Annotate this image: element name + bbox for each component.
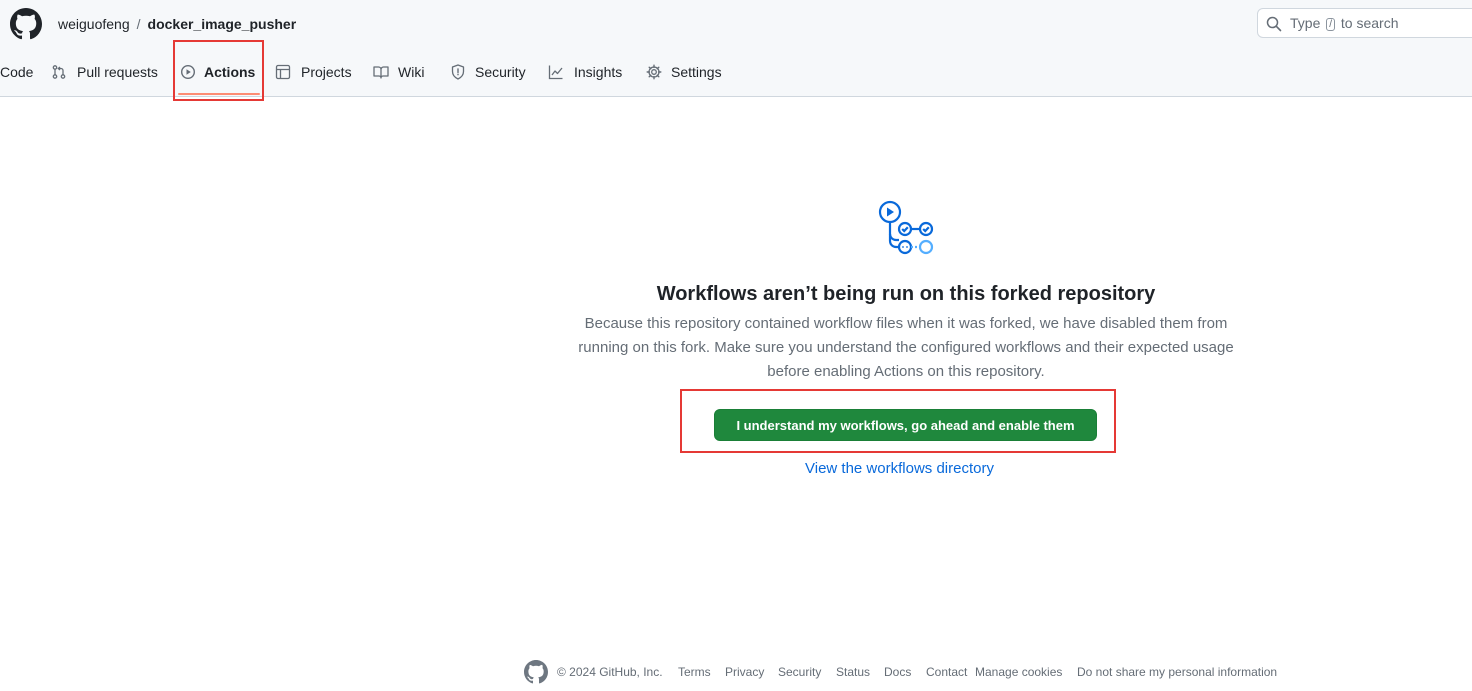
- view-workflows-directory-link[interactable]: View the workflows directory: [805, 458, 994, 480]
- footer-link-manage-cookies[interactable]: Manage cookies: [975, 660, 1062, 684]
- footer-link-do-not-share[interactable]: Do not share my personal information: [1077, 660, 1277, 684]
- owner-link[interactable]: weiguofeng: [58, 16, 130, 32]
- tab-code[interactable]: Code: [0, 61, 34, 83]
- tab-projects[interactable]: Projects: [275, 61, 355, 83]
- search-shortcut-key: /: [1326, 18, 1336, 31]
- breadcrumb: weiguofeng / docker_image_pusher: [58, 15, 296, 33]
- tab-security[interactable]: Security: [450, 61, 530, 83]
- blankslate-title: Workflows aren’t being run on this forke…: [656, 283, 1156, 305]
- footer-link-privacy[interactable]: Privacy: [725, 660, 764, 684]
- search-prefix: Type: [1290, 15, 1321, 31]
- active-tab-underline: [178, 93, 260, 95]
- play-icon: [180, 64, 196, 80]
- repo-link[interactable]: docker_image_pusher: [148, 16, 297, 32]
- footer-link-security[interactable]: Security: [778, 660, 821, 684]
- footer-copyright: © 2024 GitHub, Inc.: [557, 665, 663, 679]
- tab-label: Security: [475, 64, 526, 80]
- pull-request-icon: [52, 65, 66, 79]
- search-icon: [1266, 16, 1282, 32]
- tab-pull-requests[interactable]: Pull requests: [51, 61, 161, 83]
- tab-label: Settings: [671, 64, 722, 80]
- book-icon: [373, 66, 389, 79]
- tab-label: Projects: [301, 64, 352, 80]
- gear-icon: [646, 64, 662, 80]
- github-logo-icon[interactable]: [524, 660, 548, 684]
- tab-wiki[interactable]: Wiki: [373, 61, 433, 83]
- footer-link-terms[interactable]: Terms: [678, 660, 711, 684]
- tab-insights[interactable]: Insights: [548, 61, 628, 83]
- repo-header: weiguofeng / docker_image_pusher Type / to…: [0, 0, 1472, 97]
- shield-icon: [451, 64, 465, 80]
- enable-workflows-button[interactable]: I understand my workflows, go ahead and …: [714, 409, 1097, 441]
- tab-label: Insights: [574, 64, 623, 80]
- tab-label: Actions: [204, 64, 256, 80]
- table-icon: [275, 64, 291, 80]
- search-suffix: to search: [1340, 15, 1399, 31]
- github-logo-icon[interactable]: [10, 8, 42, 40]
- breadcrumb-separator: /: [136, 16, 141, 32]
- search-input[interactable]: Type / to search: [1257, 8, 1472, 38]
- footer-link-docs[interactable]: Docs: [884, 660, 911, 684]
- tab-label: Code: [0, 64, 34, 80]
- footer-link-status[interactable]: Status: [836, 660, 870, 684]
- blankslate-description: Because this repository contained workfl…: [578, 315, 1234, 380]
- tab-settings[interactable]: Settings: [646, 61, 726, 83]
- tab-actions[interactable]: Actions: [180, 61, 260, 83]
- graph-icon: [548, 65, 563, 80]
- workflow-icon: [878, 200, 934, 255]
- footer-link-contact[interactable]: Contact: [926, 660, 967, 684]
- tab-label: Wiki: [398, 64, 425, 80]
- search-placeholder: Type / to search: [1290, 15, 1399, 31]
- tab-label: Pull requests: [77, 64, 158, 80]
